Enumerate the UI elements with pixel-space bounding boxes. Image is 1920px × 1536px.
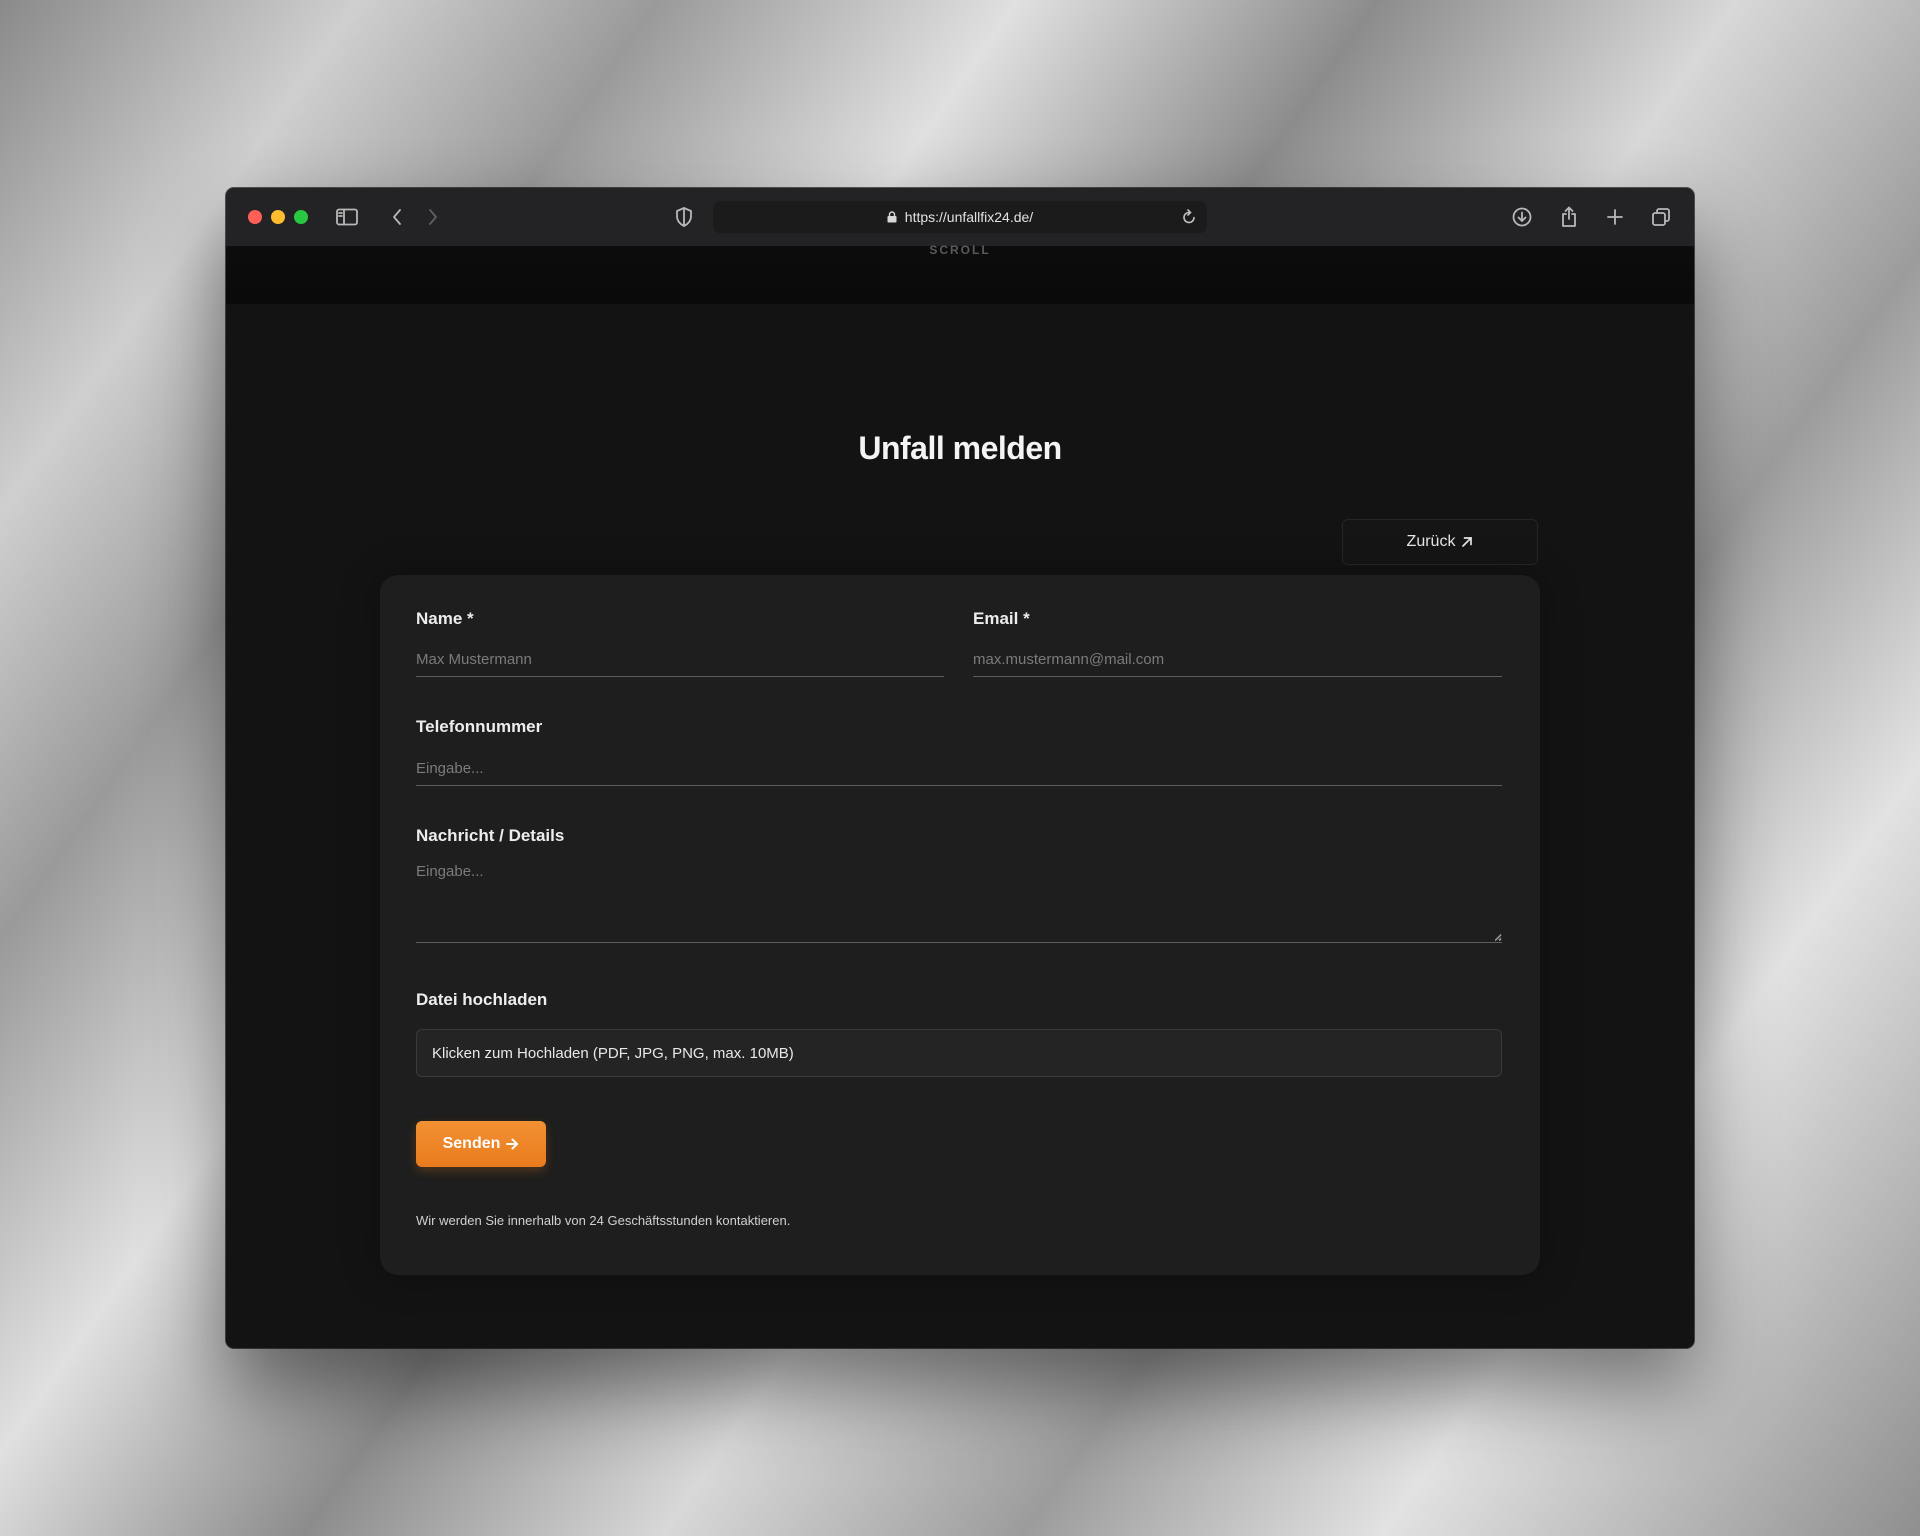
- resize-handle-icon[interactable]: [1493, 932, 1502, 941]
- share-icon[interactable]: [1554, 202, 1584, 232]
- message-label: Nachricht / Details: [416, 826, 565, 845]
- page-title: Unfall melden: [858, 430, 1062, 466]
- minimize-window-button[interactable]: [271, 210, 285, 224]
- url-text: https://unfallfix24.de/: [904, 209, 1034, 225]
- phone-label: Telefonnummer: [416, 717, 543, 736]
- send-button[interactable]: Senden: [416, 1121, 546, 1167]
- browser-window: https://unfallfix24.de/ SCROLL Unfall me…: [226, 188, 1694, 1348]
- back-arrow-icon[interactable]: [382, 202, 412, 232]
- download-icon[interactable]: [1507, 202, 1537, 232]
- maximize-window-button[interactable]: [294, 210, 308, 224]
- address-bar[interactable]: https://unfallfix24.de/: [713, 201, 1207, 233]
- file-upload-field[interactable]: Klicken zum Hochladen (PDF, JPG, PNG, ma…: [416, 1029, 1502, 1077]
- phone-input[interactable]: [416, 751, 1502, 786]
- lock-icon: [887, 211, 897, 223]
- new-tab-icon[interactable]: [1600, 202, 1630, 232]
- scroll-hint: SCROLL: [929, 243, 991, 257]
- email-label: Email *: [973, 609, 1030, 628]
- email-input[interactable]: [973, 643, 1502, 677]
- arrow-right-icon: [506, 1138, 519, 1150]
- page-top-band: SCROLL: [226, 243, 1694, 304]
- browser-toolbar: https://unfallfix24.de/: [226, 188, 1694, 247]
- upload-hint: Klicken zum Hochladen (PDF, JPG, PNG, ma…: [432, 1044, 794, 1062]
- arrow-up-right-icon: [1462, 537, 1473, 547]
- close-window-button[interactable]: [248, 210, 262, 224]
- accident-report-form: Name * Email * Telefonnummer Nachricht /…: [380, 575, 1540, 1275]
- response-time-note: Wir werden Sie innerhalb von 24 Geschäft…: [416, 1213, 791, 1228]
- back-button[interactable]: Zurück: [1342, 519, 1538, 565]
- sidebar-toggle-icon[interactable]: [332, 202, 362, 232]
- name-input[interactable]: [416, 643, 944, 677]
- upload-label: Datei hochladen: [416, 990, 548, 1009]
- tab-overview-icon[interactable]: [1646, 202, 1676, 232]
- reload-icon[interactable]: [1181, 208, 1197, 229]
- message-wrapper: [416, 863, 1502, 943]
- page-content: SCROLL Unfall melden Zurück Name * Email…: [226, 243, 1694, 1348]
- privacy-shield-icon[interactable]: [669, 202, 699, 232]
- forward-arrow-icon[interactable]: [418, 202, 448, 232]
- back-button-label: Zurück: [1406, 533, 1456, 550]
- message-textarea[interactable]: [416, 863, 1502, 943]
- name-label: Name *: [416, 609, 474, 628]
- send-button-label: Senden: [442, 1135, 501, 1152]
